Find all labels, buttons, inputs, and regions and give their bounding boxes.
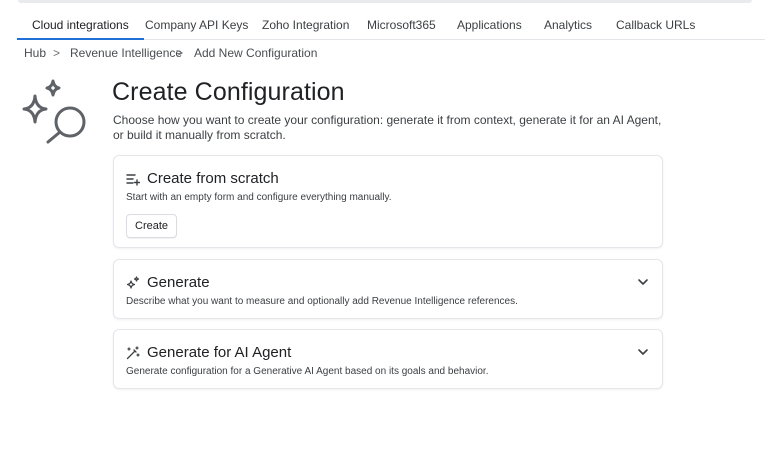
sparkles-icon	[126, 275, 140, 289]
page-title: Create Configuration	[112, 78, 345, 106]
create-button[interactable]: Create	[126, 214, 178, 238]
tab-zoho-integration[interactable]: Zoho Integration	[247, 10, 364, 40]
breadcrumb-hub[interactable]: Hub	[24, 46, 46, 60]
breadcrumb-separator: >	[53, 46, 61, 60]
card-description: Start with an empty form and configure e…	[126, 192, 392, 203]
top-scroll-strip	[18, 0, 752, 3]
card-title: Generate	[147, 274, 210, 291]
tab-microsoft365[interactable]: Microsoft365	[352, 10, 451, 40]
card-generate[interactable]: Generate Describe what you want to measu…	[113, 259, 663, 319]
list-add-icon	[126, 173, 140, 186]
breadcrumb-revenue-intelligence[interactable]: Revenue Intelligence	[70, 46, 182, 60]
card-title: Generate for AI Agent	[147, 344, 292, 361]
chevron-down-icon[interactable]	[636, 275, 650, 289]
tab-applications[interactable]: Applications	[442, 10, 537, 40]
tab-cloud-integrations[interactable]: Cloud integrations	[17, 10, 144, 40]
page-description: Choose how you want to create your confi…	[113, 113, 662, 142]
tab-analytics[interactable]: Analytics	[529, 10, 607, 40]
magic-wand-icon	[126, 345, 140, 359]
card-description: Describe what you want to measure and op…	[126, 296, 518, 307]
card-title: Create from scratch	[147, 170, 279, 187]
card-generate-for-ai-agent[interactable]: Generate for AI Agent Generate configura…	[113, 329, 663, 389]
tab-callback-urls[interactable]: Callback URLs	[601, 10, 710, 40]
breadcrumb-current: Add New Configuration	[194, 46, 318, 60]
tab-bar: Cloud integrations Company API Keys Zoho…	[17, 10, 765, 40]
chevron-down-icon[interactable]	[636, 345, 650, 359]
tab-company-api-keys[interactable]: Company API Keys	[130, 10, 263, 40]
sparkle-search-icon	[22, 79, 86, 144]
card-description: Generate configuration for a Generative …	[126, 366, 489, 377]
breadcrumb-separator: >	[176, 46, 184, 60]
card-create-from-scratch: Create from scratch Start with an empty …	[113, 155, 663, 248]
